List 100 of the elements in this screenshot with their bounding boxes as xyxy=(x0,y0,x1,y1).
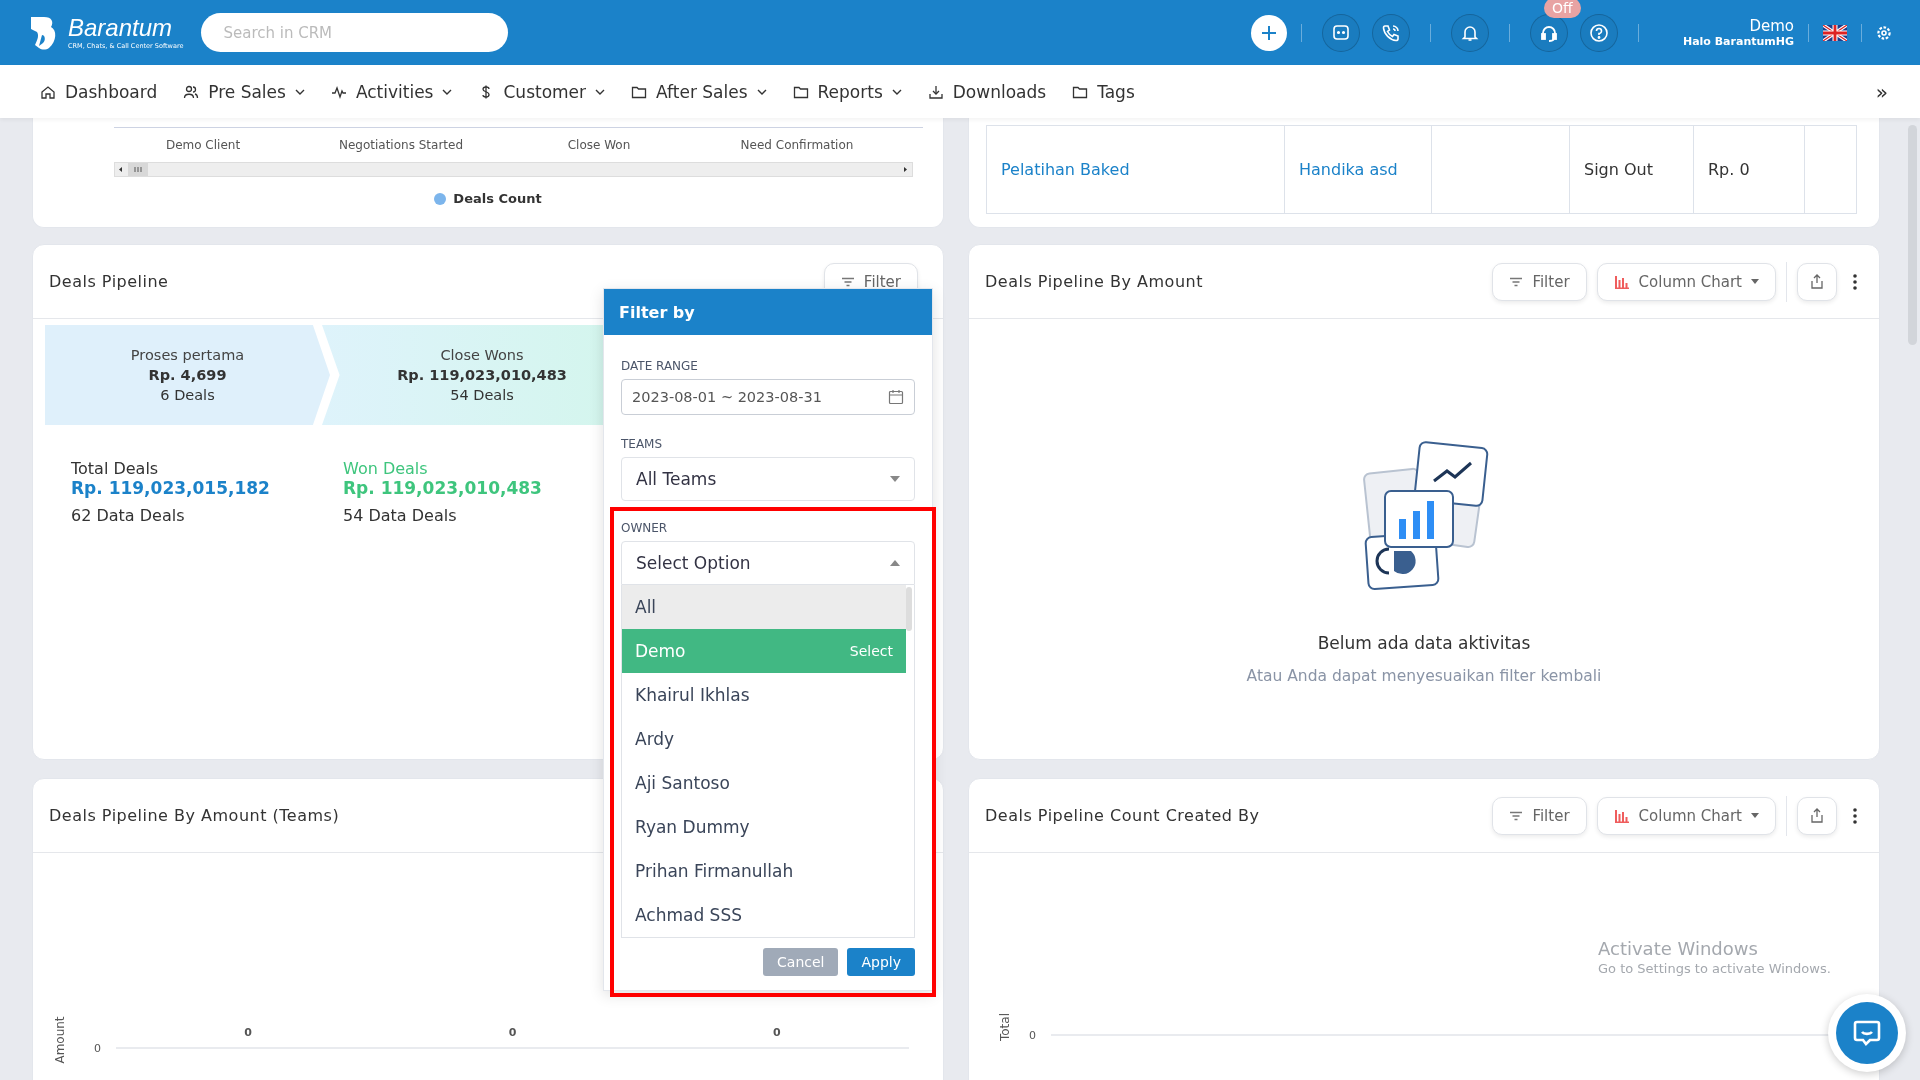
owner-option[interactable]: Ardy xyxy=(622,717,906,761)
nav-item[interactable]: Tags xyxy=(1072,81,1135,102)
notice-title: Activate Windows xyxy=(1598,938,1759,959)
axis-label: Demo Client xyxy=(164,138,242,152)
chat-icon xyxy=(1852,1019,1882,1047)
value-label: 0 xyxy=(244,1026,252,1039)
status-badge: Off xyxy=(1543,0,1581,18)
date-range-field[interactable]: 2023-08-01 ~ 2023-08-31 xyxy=(621,379,915,415)
filter-icon xyxy=(1509,810,1524,821)
axis-label: Negotiations Started xyxy=(337,138,465,152)
chevron-down-icon xyxy=(756,88,767,95)
stat-label: Won Deals xyxy=(343,459,429,478)
filter-icon xyxy=(1509,276,1524,287)
chart-type-dropdown[interactable]: Column Chart xyxy=(1596,796,1776,835)
more-icon xyxy=(1853,807,1857,824)
caret-icon xyxy=(1751,279,1759,284)
scrollbar-thumb[interactable] xyxy=(906,587,912,631)
export-button[interactable] xyxy=(1797,262,1837,301)
pipeline-stage[interactable]: Proses pertama Rp. 4,699 6 Deals xyxy=(45,325,330,425)
add-button[interactable] xyxy=(1250,14,1287,51)
owner-dropdown[interactable]: Select Option xyxy=(621,541,915,585)
nav-item[interactable]: Dashboard xyxy=(40,81,158,102)
headset-button[interactable] xyxy=(1529,13,1568,52)
owner-option[interactable]: All xyxy=(622,585,906,629)
phone-button[interactable] xyxy=(1371,13,1410,52)
value-label: 0 xyxy=(773,1026,781,1039)
teams-dropdown[interactable]: All Teams xyxy=(621,457,915,501)
value-label: 0 xyxy=(508,1026,517,1039)
axis-title: Total xyxy=(998,1013,1012,1041)
nav-item[interactable]: Activities xyxy=(330,81,453,102)
caret-icon xyxy=(890,560,900,566)
export-button[interactable] xyxy=(1797,796,1837,835)
chevron-down-icon xyxy=(891,88,902,95)
owner-option[interactable]: Aji Santoso xyxy=(622,761,906,805)
search-field[interactable]: Search in CRM xyxy=(201,13,509,52)
chevron-down-icon xyxy=(442,88,453,95)
empty-state-message: Atau Anda dapat menyesuaikan filter kembali xyxy=(1246,667,1602,685)
chat-button[interactable] xyxy=(1321,13,1360,52)
help-icon xyxy=(1588,22,1609,43)
nav-item[interactable]: Reports xyxy=(792,81,902,102)
calendar-icon xyxy=(888,389,904,405)
apply-button[interactable]: Apply xyxy=(847,948,915,976)
table-link[interactable]: Pelatihan Baked xyxy=(1001,160,1130,179)
stat-amount: Rp. 119,023,010,483 xyxy=(343,478,543,498)
phone-icon xyxy=(1381,23,1400,42)
filter-button[interactable]: Filter xyxy=(1492,262,1587,301)
owner-option[interactable]: Prihan Firmanullah xyxy=(622,849,906,893)
chart-scrollbar[interactable] xyxy=(114,162,913,177)
popup-title: Filter by xyxy=(619,302,695,322)
nav-item[interactable]: Customer xyxy=(478,81,606,102)
notice-message: Go to Settings to activate Windows. xyxy=(1598,961,1831,976)
stat-count: 62 Data Deals xyxy=(71,506,186,525)
card-title: Deals Pipeline By Amount xyxy=(985,272,1203,291)
caret-icon xyxy=(890,476,900,482)
owner-option[interactable]: Khairul Ikhlas xyxy=(622,673,906,717)
users-icon xyxy=(183,83,200,100)
user-subtitle: Halo BarantumHG xyxy=(1682,35,1794,48)
table-cell: Rp. 0 xyxy=(1693,125,1805,214)
share-icon xyxy=(1810,274,1824,289)
chat-icon xyxy=(1331,23,1350,42)
axis-label: Need Confirmation xyxy=(739,138,855,152)
caret-icon xyxy=(1751,813,1759,818)
table-link[interactable]: Handika asd xyxy=(1299,160,1398,179)
brand-name: Barantum xyxy=(68,15,174,40)
nav-item[interactable]: After Sales xyxy=(631,81,767,102)
stat-count: 54 Data Deals xyxy=(343,506,458,525)
bars-icon xyxy=(1399,501,1434,539)
help-button[interactable] xyxy=(1579,13,1618,52)
chevron-down-icon xyxy=(294,88,305,95)
axis-tick: 0 xyxy=(94,1042,101,1055)
settings-icon[interactable] xyxy=(1876,24,1892,41)
share-icon xyxy=(1810,808,1824,823)
card-title: Deals Pipeline Count Created By xyxy=(985,806,1260,825)
chart-type-dropdown[interactable]: Column Chart xyxy=(1596,262,1776,301)
axis-tick: 0 xyxy=(1029,1029,1036,1042)
card-title: Deals Pipeline xyxy=(49,272,169,291)
download-icon xyxy=(927,83,944,100)
stat-label: Total Deals xyxy=(71,459,160,478)
nav-item[interactable]: Pre Sales xyxy=(183,81,305,102)
filter-button[interactable]: Filter xyxy=(1492,796,1587,835)
bar-chart-icon xyxy=(1613,808,1630,823)
notifications-button[interactable] xyxy=(1450,13,1489,52)
field-label: OWNER xyxy=(621,521,669,535)
user-name[interactable]: Demo xyxy=(1749,17,1794,35)
field-label: TEAMS xyxy=(621,437,664,451)
empty-state-title: Belum ada data aktivitas xyxy=(1317,633,1531,653)
owner-option[interactable]: Achmad SSS xyxy=(622,893,906,937)
headset-icon xyxy=(1539,23,1558,42)
bell-icon xyxy=(1460,23,1479,42)
flag-icon[interactable] xyxy=(1823,24,1847,41)
stat-amount: Rp. 119,023,015,182 xyxy=(71,478,271,498)
more-nav-button[interactable]: » xyxy=(1869,78,1894,105)
more-icon xyxy=(1853,273,1857,290)
nav-item[interactable]: Downloads xyxy=(927,81,1047,102)
axis-label: Close Won xyxy=(566,138,632,152)
axis-title: Amount xyxy=(53,1016,67,1064)
owner-option[interactable]: Ryan Dummy xyxy=(622,805,906,849)
filter-icon xyxy=(840,276,855,287)
legend-label[interactable]: Deals Count xyxy=(453,191,542,206)
bar-chart-icon xyxy=(1613,274,1630,289)
